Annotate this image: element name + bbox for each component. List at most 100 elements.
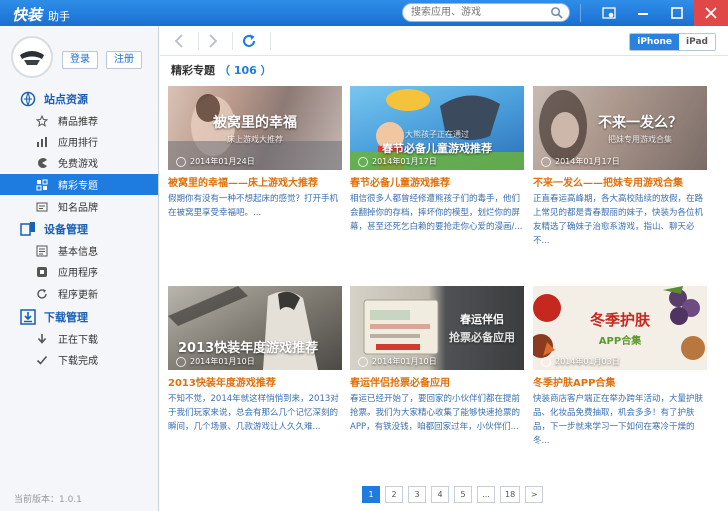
sidebar-item-label: 精品推荐: [58, 117, 98, 128]
pagination: 1 2 3 4 5 ... 18 >: [362, 486, 544, 503]
minimize-icon: [638, 13, 648, 15]
app-icon: [36, 266, 48, 278]
maximize-button[interactable]: [660, 0, 694, 26]
sidebar-item-basic-info[interactable]: 基本信息: [0, 240, 158, 261]
search-box[interactable]: [402, 3, 570, 22]
titlebar-divider: [580, 4, 581, 22]
topic-thumbnail[interactable]: 冬季护肤 APP合集 2014年01月03日: [533, 286, 707, 370]
topic-title[interactable]: 被窝里的幸福——床上游戏大推荐: [168, 174, 342, 189]
toolbar-divider: [198, 32, 199, 50]
sidebar-item-label: 基本信息: [58, 247, 98, 258]
chevron-left-icon: [174, 34, 183, 48]
grid-icon: [36, 179, 48, 191]
close-button[interactable]: [694, 0, 728, 26]
overlay-subtitle: APP合集: [598, 336, 642, 347]
check-icon: [36, 354, 48, 366]
back-button[interactable]: [168, 31, 190, 51]
forward-button[interactable]: [202, 31, 224, 51]
topic-date-text: 2014年01月10日: [372, 357, 437, 366]
minimize-button[interactable]: [626, 0, 660, 26]
register-button[interactable]: 注册: [106, 51, 142, 69]
topic-thumbnail[interactable]: 被窝里的幸福 床上游戏大推荐 2014年01月24日: [168, 86, 342, 170]
topic-card[interactable]: 春运伴侣 抢票必备应用 2014年01月10日 春运伴侣抢票必备应用 春运已经开…: [350, 286, 524, 448]
sidebar-item-label: 下载完成: [58, 356, 98, 367]
next-page-button[interactable]: >: [525, 486, 544, 503]
page-2-button[interactable]: 2: [385, 486, 403, 503]
window-controls: [592, 0, 728, 26]
sidebar-item-downloaded[interactable]: 下载完成: [0, 349, 158, 370]
topic-card[interactable]: 不来一发么？ 把妹专用游戏合集 2014年01月17日 不来一发么——把妹专用游…: [533, 86, 707, 248]
topic-card[interactable]: 2013快装年度游戏推荐 2014年01月10日 2013快装年度游戏推荐 不知…: [168, 286, 342, 448]
topic-title[interactable]: 春节必备儿童游戏推荐: [350, 174, 524, 189]
section-site-resources[interactable]: 站点资源: [0, 88, 158, 110]
topic-title[interactable]: 冬季护肤APP合集: [533, 374, 707, 389]
page-3-button[interactable]: 3: [408, 486, 426, 503]
topic-thumbnail[interactable]: 2013快装年度游戏推荐 2014年01月10日: [168, 286, 342, 370]
topic-thumbnail[interactable]: 春运伴侣 抢票必备应用 2014年01月10日: [350, 286, 524, 370]
sidebar-item-free-games[interactable]: 免费游戏: [0, 152, 158, 173]
clock-icon: [541, 356, 551, 367]
info-icon: [36, 245, 48, 257]
overlay-title: 2013快装年度游戏推荐: [178, 341, 319, 356]
sidebar-item-apps[interactable]: 应用程序: [0, 261, 158, 282]
section-label: 下载管理: [44, 311, 88, 324]
device-icon: [20, 222, 35, 236]
section-download-management[interactable]: 下载管理: [0, 306, 158, 328]
section-label: 站点资源: [44, 93, 88, 106]
clock-icon: [358, 356, 368, 367]
page-5-button[interactable]: 5: [454, 486, 472, 503]
topic-title[interactable]: 春运伴侣抢票必备应用: [350, 374, 524, 389]
ipad-tab[interactable]: iPad: [679, 34, 715, 50]
topic-date-text: 2014年01月24日: [190, 157, 255, 166]
page-1-button[interactable]: 1: [362, 486, 380, 503]
user-avatar-icon: [20, 51, 44, 65]
refresh-icon: [36, 288, 48, 300]
download-icon: [20, 309, 36, 325]
topic-card[interactable]: 冬季护肤 APP合集 2014年01月03日 冬季护肤APP合集 快装商店客户端…: [533, 286, 707, 448]
login-button[interactable]: 登录: [62, 51, 98, 69]
sidebar-item-app-ranking[interactable]: 应用排行: [0, 131, 158, 152]
sidebar-item-featured[interactable]: 精品推荐: [0, 110, 158, 131]
topic-date-text: 2014年01月03日: [555, 357, 620, 366]
overlay-title: 春节必备儿童游戏推荐: [382, 142, 492, 155]
bar-chart-icon: [36, 136, 48, 148]
refresh-icon: [243, 34, 255, 47]
sidebar-item-topics[interactable]: 精彩专题: [0, 174, 158, 195]
topic-title[interactable]: 不来一发么——把妹专用游戏合集: [533, 174, 707, 189]
topic-date-text: 2014年01月17日: [372, 157, 437, 166]
avatar[interactable]: [11, 36, 53, 78]
iphone-tab[interactable]: iPhone: [630, 34, 680, 50]
topic-description: 正直春运高峰期，各大高校陆续的放假，在路上常见的都是青春靓丽的妹子，快装为各位机…: [533, 194, 704, 246]
site-icon: [20, 91, 36, 107]
topic-description: 假期你有没有一种不想起床的感觉？打开手机在被窝里享受幸福吧。...: [168, 194, 339, 218]
search-icon[interactable]: [550, 6, 563, 19]
overlay-subtitle: 床上游戏大推荐: [227, 134, 283, 144]
brand-icon: [36, 201, 48, 213]
page-4-button[interactable]: 4: [431, 486, 449, 503]
settings-button[interactable]: [592, 0, 626, 26]
topic-date-text: 2014年01月10日: [190, 357, 255, 366]
page-title-text: 精彩专题: [171, 64, 215, 77]
section-device-management[interactable]: 设备管理: [0, 218, 158, 240]
version-label: 当前版本：1.0.1: [14, 495, 82, 505]
arrow-down-icon: [36, 333, 48, 345]
page-title: 精彩专题 （ 106 ）: [171, 62, 272, 78]
topic-date: 2014年01月17日: [541, 156, 620, 167]
clock-icon: [358, 156, 368, 167]
topic-thumbnail[interactable]: 大熊孩子正在通过 春节必备儿童游戏推荐 2014年01月17日: [350, 86, 524, 170]
refresh-button[interactable]: [238, 31, 260, 51]
toolbar: iPhone iPad: [160, 26, 728, 56]
topic-card[interactable]: 大熊孩子正在通过 春节必备儿童游戏推荐 2014年01月17日 春节必备儿童游戏…: [350, 86, 524, 248]
sidebar-item-brands[interactable]: 知名品牌: [0, 196, 158, 217]
app-subtitle: 助手: [48, 10, 71, 23]
sidebar-item-downloading[interactable]: 正在下载: [0, 328, 158, 349]
topic-card[interactable]: 被窝里的幸福 床上游戏大推荐 2014年01月24日 被窝里的幸福——床上游戏大…: [168, 86, 342, 248]
topic-thumbnail[interactable]: 不来一发么？ 把妹专用游戏合集 2014年01月17日: [533, 86, 707, 170]
topic-title[interactable]: 2013快装年度游戏推荐: [168, 374, 342, 389]
topic-description: 快装商店客户端正在举办跨年活动，大量护肤品、化妆品免费抽取，机会多多！有了护肤品…: [533, 394, 704, 446]
sidebar-item-label: 应用排行: [58, 138, 98, 149]
search-input[interactable]: [411, 5, 541, 20]
topic-date-text: 2014年01月17日: [555, 157, 620, 166]
page-18-button[interactable]: 18: [500, 486, 521, 503]
sidebar-item-updates[interactable]: 程序更新: [0, 283, 158, 304]
